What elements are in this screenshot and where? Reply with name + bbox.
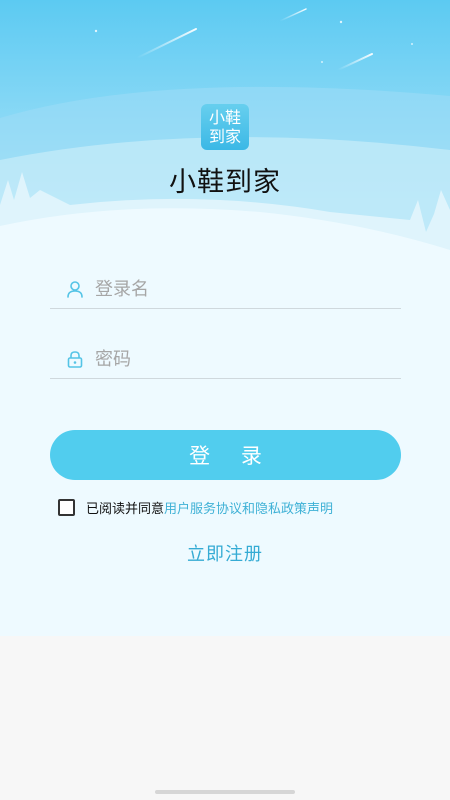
username-input[interactable] <box>95 274 385 304</box>
logo-text-line1: 小鞋 <box>208 108 241 127</box>
agreement-checkbox[interactable] <box>58 498 75 516</box>
home-indicator[interactable] <box>155 790 295 794</box>
login-screen: 小鞋 到家 小鞋到家 登 录 已阅读并同意 用户服务协议和隐私政策声明 立即注册 <box>0 0 450 636</box>
user-icon <box>67 281 83 298</box>
app-logo: 小鞋 到家 <box>201 104 249 150</box>
register-link[interactable]: 立即注册 <box>0 540 450 566</box>
password-input[interactable] <box>95 344 385 374</box>
lock-icon <box>67 351 83 368</box>
agreement-row: 已阅读并同意 用户服务协议和隐私政策声明 <box>58 497 333 517</box>
agreement-text: 已阅读并同意 <box>86 501 165 517</box>
agreement-link[interactable]: 用户服务协议和隐私政策声明 <box>164 498 333 517</box>
password-field <box>50 338 401 379</box>
app-title: 小鞋到家 <box>169 167 281 198</box>
logo-text-line2: 到家 <box>208 127 241 146</box>
username-field <box>50 268 401 309</box>
login-button[interactable]: 登 录 <box>50 430 401 480</box>
